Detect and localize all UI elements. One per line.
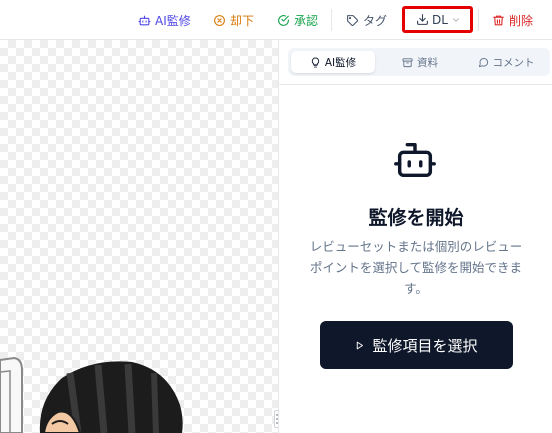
download-button[interactable]: DL (402, 6, 473, 33)
ai-review-label: AI監修 (155, 13, 191, 28)
tag-button[interactable]: タグ (346, 8, 387, 32)
x-circle-icon (214, 14, 225, 26)
select-review-items-label: 監修項目を選択 (372, 336, 478, 355)
trash-icon (493, 15, 504, 25)
select-review-items-button[interactable]: 監修項目を選択 (320, 321, 513, 369)
tab-documents[interactable]: 資料 (378, 51, 462, 73)
chevron-down-icon (453, 17, 459, 22)
tab-ai-review-label: AI監修 (324, 56, 357, 69)
reject-label: 却下 (230, 13, 255, 28)
toolbar-divider (478, 9, 479, 31)
delete-button[interactable]: 削除 (492, 8, 533, 32)
tab-ai-review[interactable]: AI監修 (291, 51, 375, 73)
bot-icon (138, 15, 151, 25)
tab-documents-label: 資料 (417, 56, 438, 69)
character-illustration (0, 356, 183, 433)
panel-tabs: AI監修 資料 コメント (288, 48, 550, 76)
tab-comments-label: コメント (492, 56, 535, 69)
review-panel: AI監修 資料 コメント 監修を開始 レビューセットまたは個別のレビューポイント… (278, 40, 552, 433)
tag-icon (347, 14, 358, 26)
empty-state-description: レビューセットまたは個別のレビューポイントを選択して監修を開始できます。 (309, 239, 523, 296)
image-canvas[interactable] (0, 40, 278, 433)
archive-icon (402, 57, 413, 67)
download-label: DL (432, 12, 448, 27)
toolbar-divider (331, 9, 332, 31)
delete-label: 削除 (509, 13, 534, 28)
approve-button[interactable]: 承認 (277, 8, 318, 32)
empty-state-title: 監修を開始 (368, 207, 464, 229)
tag-label: タグ (363, 13, 388, 28)
play-icon (357, 341, 364, 349)
lightbulb-icon (311, 56, 319, 68)
panel-tab-bar: AI監修 資料 コメント (279, 40, 552, 85)
reject-button[interactable]: 却下 (213, 8, 254, 32)
approve-label: 承認 (294, 13, 319, 28)
bot-icon (394, 142, 436, 178)
download-icon (417, 14, 428, 25)
toolbar: AI監修 却下 承認 タグ DL 削除 (0, 0, 552, 40)
message-circle-icon (478, 57, 488, 67)
ai-review-button[interactable]: AI監修 (138, 8, 191, 32)
check-circle-icon (278, 14, 289, 26)
tab-comments[interactable]: コメント (465, 51, 547, 73)
